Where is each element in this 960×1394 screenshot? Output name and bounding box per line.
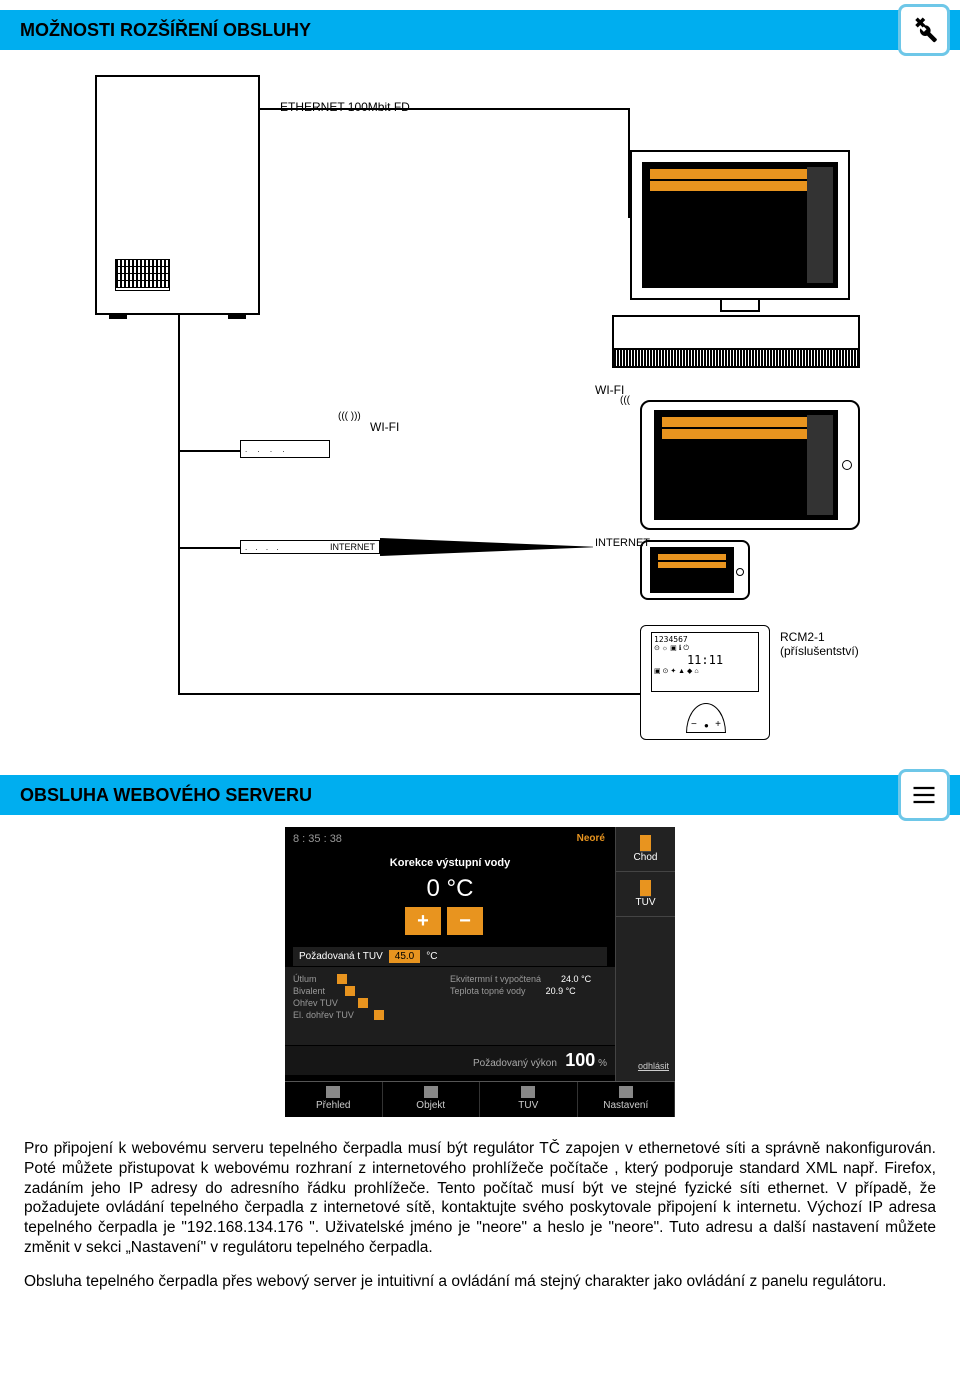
cable bbox=[178, 693, 640, 695]
pc-monitor bbox=[630, 150, 850, 300]
body-text: Pro připojení k webovému serveru tepelné… bbox=[0, 1135, 960, 1326]
internet-arrow-icon bbox=[380, 538, 600, 556]
ws-nav-nastaveni[interactable]: Nastavení bbox=[578, 1082, 676, 1117]
web-ui-screenshot: 8 : 35 : 38 Neoré Chod TUV Korekce výstu… bbox=[285, 827, 675, 1117]
pc-grill bbox=[612, 350, 860, 368]
section1-title: MOŽNOSTI ROZŠÍŘENÍ OBSLUHY bbox=[20, 20, 311, 41]
tools-icon bbox=[898, 4, 950, 56]
ws-power-row: Požadovaný výkon 100 % bbox=[285, 1046, 615, 1075]
wifi-label-right: WI-FI bbox=[595, 383, 624, 397]
ws-side-chod[interactable]: Chod bbox=[616, 827, 675, 872]
ws-plus-button[interactable]: + bbox=[405, 907, 441, 935]
ethernet-label: ETHERNET 100Mbit FD bbox=[280, 100, 410, 114]
ws-required-temp-row: Požadovaná t TUV 45.0 °C bbox=[293, 947, 607, 966]
ws-logout-link[interactable]: odhlásit bbox=[638, 1061, 669, 1071]
ws-stats-panel: Útlum Bivalent Ohřev TUV El. dohřev TUV … bbox=[285, 967, 615, 1045]
wifi-label-left: WI-FI bbox=[370, 420, 399, 434]
ws-time: 8 : 35 : 38 bbox=[293, 833, 342, 845]
tablet-device bbox=[640, 400, 860, 530]
heat-pump bbox=[95, 75, 260, 315]
internet-label: INTERNET bbox=[330, 542, 375, 552]
ws-correction-value: 0 °C bbox=[285, 875, 615, 903]
pump-display bbox=[115, 259, 170, 291]
section2-title: OBSLUHA WEBOVÉHO SERVERU bbox=[20, 785, 312, 806]
network-diagram: ETHERNET 100Mbit FD . . . . ((( ))) WI-F… bbox=[0, 50, 960, 765]
pc-tower bbox=[612, 315, 860, 350]
menu-icon bbox=[898, 769, 950, 821]
rcm-thermostat: 1234567 ⊙ ☼ ▣ ℹ ⏻ 11:11 ▣ ⊙ ✦ ▲ ◆ ⌂ −+● bbox=[640, 625, 770, 740]
ws-brand: Neoré bbox=[577, 833, 605, 844]
section-header-webserver: OBSLUHA WEBOVÉHO SERVERU bbox=[0, 775, 960, 815]
phone-device bbox=[640, 540, 750, 600]
paragraph-2: Obsluha tepelného čerpadla přes webový s… bbox=[24, 1272, 936, 1292]
ws-required-temp-value: 45.0 bbox=[389, 950, 420, 963]
rcm-lcd: 1234567 ⊙ ☼ ▣ ℹ ⏻ 11:11 ▣ ⊙ ✦ ▲ ◆ ⌂ bbox=[651, 632, 759, 692]
ws-bottom-nav: Přehled Objekt TUV Nastavení bbox=[285, 1081, 675, 1117]
paragraph-1: Pro připojení k webovému serveru tepelné… bbox=[24, 1139, 936, 1258]
ws-nav-tuv[interactable]: TUV bbox=[480, 1082, 578, 1117]
monitor-stand bbox=[720, 300, 760, 312]
wifi-waves-icon: ((( ))) bbox=[338, 412, 361, 422]
ws-nav-objekt[interactable]: Objekt bbox=[383, 1082, 481, 1117]
cable bbox=[178, 547, 240, 549]
wifi-router: . . . . bbox=[240, 440, 330, 458]
ws-minus-button[interactable]: − bbox=[447, 907, 483, 935]
ws-sidebar: Chod TUV bbox=[615, 827, 675, 1081]
cable bbox=[178, 315, 180, 695]
ws-side-tuv[interactable]: TUV bbox=[616, 872, 675, 917]
ws-title: Korekce výstupní vody bbox=[285, 857, 615, 869]
rcm-label: RCM2-1 (příslušentství) bbox=[780, 630, 859, 659]
internet-device: . . . . INTERNET bbox=[240, 540, 380, 554]
ws-nav-prehled[interactable]: Přehled bbox=[285, 1082, 383, 1117]
section-header-extension: MOŽNOSTI ROZŠÍŘENÍ OBSLUHY bbox=[0, 10, 960, 50]
cable bbox=[178, 450, 240, 452]
